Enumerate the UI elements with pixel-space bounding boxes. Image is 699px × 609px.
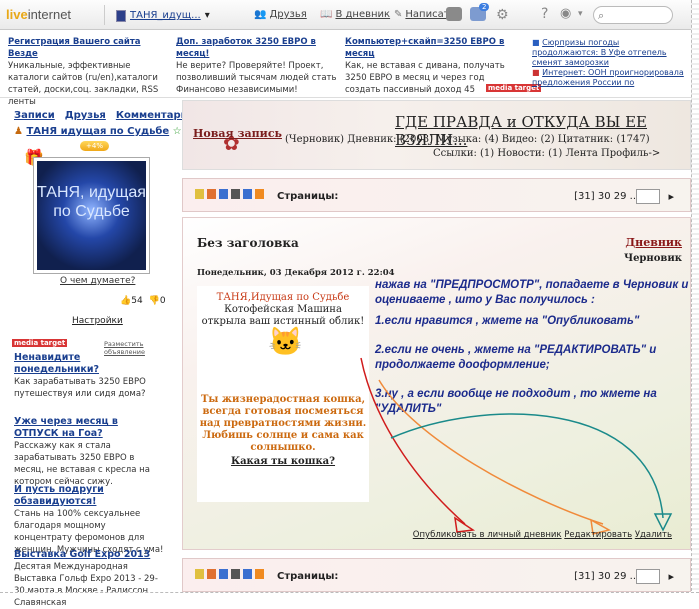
rating-badge: +4% <box>80 141 109 151</box>
pager-bottom: Страницы: [31] 30 29 .. ▸ <box>182 558 691 592</box>
diary-links[interactable]: Ссылки: (1) Новости: (1) Лента Профиль-> <box>433 148 660 159</box>
delete-link[interactable]: Удалить <box>635 530 672 540</box>
ad-title[interactable]: Доп. заработок 3250 ЕВРО в месяц! <box>176 36 338 60</box>
ads-row: Регистрация Вашего сайта Везде Уникальны… <box>0 32 691 107</box>
views-stat[interactable]: 👎0 <box>149 296 166 306</box>
print-icon[interactable] <box>231 569 240 579</box>
rss-icon[interactable] <box>255 189 264 199</box>
star-icon[interactable] <box>195 189 204 199</box>
bookmark-icon[interactable] <box>219 569 228 579</box>
notification-badge: 2 <box>479 3 490 11</box>
toolbar-icons <box>195 189 264 199</box>
search-icon: ⌕ <box>598 9 605 22</box>
pencil-icon: ✎ <box>394 9 403 20</box>
user-menu[interactable]: ТАНЯ_идущ... ▾ <box>112 7 214 24</box>
ad-title[interactable]: Регистрация Вашего сайта Везде <box>8 36 170 60</box>
eye-icon[interactable]: ◉ <box>560 6 571 21</box>
edit-link[interactable]: Редактировать <box>564 530 632 540</box>
post-actions: Опубликовать в личный дневник Редактиров… <box>413 530 672 540</box>
thumbs-down-icon: 👎 <box>148 296 160 306</box>
mood-link[interactable]: О чем думаете? <box>60 276 135 286</box>
rss-icon[interactable] <box>255 569 264 579</box>
sidebar-ad-item[interactable]: Ненавидите понедельники? Как зарабатывать… <box>14 352 164 400</box>
user-icon: ♟ <box>14 126 23 137</box>
torn-edge <box>0 592 699 596</box>
torn-edge <box>691 0 699 596</box>
ad-title[interactable]: Компьютер+скайп=3250 ЕВРО в месяц <box>345 36 517 60</box>
page-input[interactable] <box>636 569 660 584</box>
likes-stat[interactable]: 👍54 <box>120 296 143 306</box>
profile-stats: 👍54 👎0 <box>120 296 166 306</box>
sidebar-tabs: Записи Друзья Комментарии <box>14 110 195 121</box>
next-page-icon[interactable]: ▸ <box>668 570 674 583</box>
news-2[interactable]: ■ Интернет: ООН проигнорировала предложе… <box>532 68 684 88</box>
tab-friends[interactable]: Друзья <box>65 110 106 121</box>
bookmark-icon[interactable] <box>219 189 228 199</box>
pages-label: Страницы: <box>277 571 339 582</box>
media-target-badge[interactable]: media target <box>12 339 68 347</box>
liveinternet-logo[interactable]: liveinternet <box>6 7 71 22</box>
sidebar-ad-item[interactable]: Выставка Golf Expo 2013 Десятая Междунаро… <box>14 549 164 609</box>
top-bar: liveinternet ТАНЯ_идущ... ▾ 👥 Друзья 📖 В д… <box>0 0 691 30</box>
page-input[interactable] <box>636 189 660 204</box>
question-icon[interactable]: ? <box>541 6 548 22</box>
divider <box>104 5 105 25</box>
avatar[interactable]: ТАНЯ, идущая по Судьбе <box>33 157 150 274</box>
user-name: ТАНЯ_идущ... <box>130 10 201 21</box>
diary-icon: 📖 <box>320 9 333 20</box>
thumbs-up-icon: 👍 <box>120 296 132 306</box>
nav-friends[interactable]: 👥 Друзья <box>254 9 307 20</box>
news-icon: ■ <box>532 38 540 47</box>
red-arrow <box>360 357 466 525</box>
teal-arrow <box>390 413 664 519</box>
ad-1[interactable]: Регистрация Вашего сайта Везде Уникальны… <box>8 36 170 108</box>
ad-2[interactable]: Доп. заработок 3250 ЕВРО в месяц! Не вер… <box>176 36 338 96</box>
new-record-link[interactable]: Новая запись <box>193 127 282 140</box>
settings-link[interactable]: Настройки <box>72 316 123 326</box>
friends-icon: 👥 <box>254 9 267 20</box>
nav-diary[interactable]: 📖 В дневник <box>320 9 390 20</box>
post: Без заголовка Дневник Черновик Понедельн… <box>182 217 691 550</box>
gear-icon[interactable]: ⚙ <box>496 7 509 23</box>
pager-top: Страницы: [31] 30 29 .. ▸ <box>182 178 691 212</box>
tab-records[interactable]: Записи <box>14 110 55 121</box>
next-page-icon[interactable]: ▸ <box>668 190 674 203</box>
diary-header: ✿ Новая запись ГДЕ ПРАВДА и ОТКУДА ВЫ ЕЕ… <box>182 100 691 170</box>
sidebar-ad-item[interactable]: Уже через месяц в ОТПУСК на Гоа? Расскажу… <box>14 416 164 488</box>
star-icon[interactable] <box>195 569 204 579</box>
chevron-down-icon: ▾ <box>204 10 210 21</box>
news-1[interactable]: ■ Сюрпризы погоды продолжаются: В Уфе от… <box>532 38 684 68</box>
search-input[interactable]: ⌕ <box>593 6 673 24</box>
profile-name-row[interactable]: ♟ ТАНЯ идущая по Судьбе ☆☆☆ <box>14 126 200 137</box>
orange-arrow <box>378 379 604 525</box>
page-links[interactable]: [31] 30 29 .. <box>574 191 636 202</box>
save-icon[interactable] <box>243 189 252 199</box>
sidebar-ad-item[interactable]: И пусть подруги обзавидуются! Стань на 10… <box>14 484 164 556</box>
annotation-arrows <box>360 357 673 535</box>
publish-link[interactable]: Опубликовать в личный дневник <box>413 530 562 540</box>
news-icon: ■ <box>532 68 540 77</box>
save-icon[interactable] <box>243 569 252 579</box>
chevron-down-icon[interactable]: ▾ <box>578 9 583 19</box>
toolbar-icons <box>195 569 264 579</box>
diary-links[interactable]: (Черновик) Дневник: (2003) Музыка: (4) В… <box>285 134 650 145</box>
page-links[interactable]: [31] 30 29 .. <box>574 571 636 582</box>
sun-icon[interactable] <box>207 189 216 199</box>
sun-icon[interactable] <box>207 569 216 579</box>
messages-icon[interactable] <box>446 7 462 21</box>
left-sidebar: Записи Друзья Комментарии ♟ ТАНЯ идущая … <box>0 100 200 608</box>
pages-label: Страницы: <box>277 191 339 202</box>
print-icon[interactable] <box>231 189 240 199</box>
ad-text: Не верите? Проверяйте! Проект, позволивш… <box>176 61 337 95</box>
user-avatar-icon <box>116 9 126 22</box>
